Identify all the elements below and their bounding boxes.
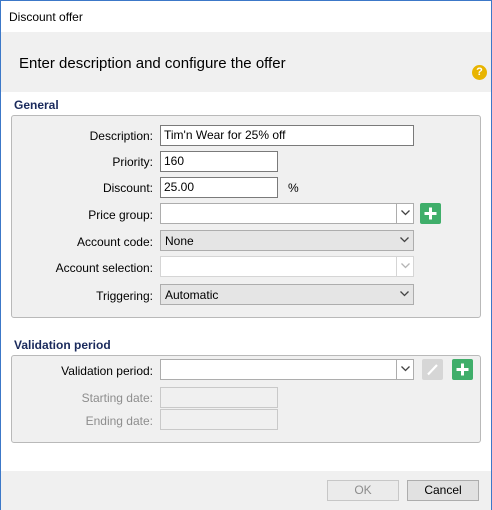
validation-period-select[interactable] bbox=[160, 359, 414, 380]
dialog-window: Discount offer Enter description and con… bbox=[0, 0, 492, 510]
add-validation-period-button[interactable] bbox=[452, 359, 473, 380]
discount-label: Discount: bbox=[102, 181, 153, 195]
chevron-down-icon bbox=[396, 204, 413, 223]
dialog-header: Enter description and configure the offe… bbox=[1, 32, 491, 92]
starting-date-field[interactable] bbox=[160, 387, 278, 408]
ending-date-field[interactable] bbox=[160, 409, 278, 430]
triggering-label: Triggering: bbox=[96, 289, 153, 303]
discount-unit: % bbox=[288, 181, 299, 195]
starting-date-label: Starting date: bbox=[81, 391, 153, 405]
price-group-label: Price group: bbox=[88, 208, 153, 222]
account-code-select[interactable]: None bbox=[160, 230, 414, 251]
priority-label: Priority: bbox=[112, 155, 153, 169]
priority-field[interactable]: 160 bbox=[160, 151, 278, 172]
triggering-value: Automatic bbox=[165, 288, 219, 302]
chevron-down-icon bbox=[396, 285, 413, 304]
chevron-down-icon bbox=[396, 257, 413, 276]
general-section-title: General bbox=[14, 98, 59, 112]
chevron-down-icon bbox=[396, 231, 413, 250]
description-field[interactable]: Tim'n Wear for 25% off bbox=[160, 125, 414, 146]
dialog-footer: OK Cancel bbox=[1, 471, 491, 510]
window-title: Discount offer bbox=[9, 10, 83, 24]
validation-period-label: Validation period: bbox=[61, 364, 153, 378]
help-icon[interactable]: ? bbox=[472, 65, 487, 80]
ok-button[interactable]: OK bbox=[327, 480, 399, 501]
description-label: Description: bbox=[89, 129, 153, 143]
title-bar: Discount offer bbox=[1, 1, 491, 32]
add-price-group-button[interactable] bbox=[420, 203, 441, 224]
discount-field[interactable]: 25.00 bbox=[160, 177, 278, 198]
account-code-label: Account code: bbox=[76, 235, 153, 249]
cancel-button[interactable]: Cancel bbox=[407, 480, 479, 501]
dialog-heading: Enter description and configure the offe… bbox=[19, 55, 286, 72]
edit-validation-period-button[interactable] bbox=[422, 359, 443, 380]
account-selection-label: Account selection: bbox=[55, 261, 153, 275]
plus-icon bbox=[456, 363, 469, 376]
triggering-select[interactable]: Automatic bbox=[160, 284, 414, 305]
ending-date-label: Ending date: bbox=[85, 414, 153, 428]
chevron-down-icon bbox=[396, 360, 413, 379]
account-code-value: None bbox=[165, 234, 194, 248]
plus-icon bbox=[424, 207, 437, 220]
validation-section-title: Validation period bbox=[14, 338, 111, 352]
pencil-icon bbox=[427, 364, 438, 376]
price-group-select[interactable] bbox=[160, 203, 414, 224]
account-selection-select[interactable] bbox=[160, 256, 414, 277]
